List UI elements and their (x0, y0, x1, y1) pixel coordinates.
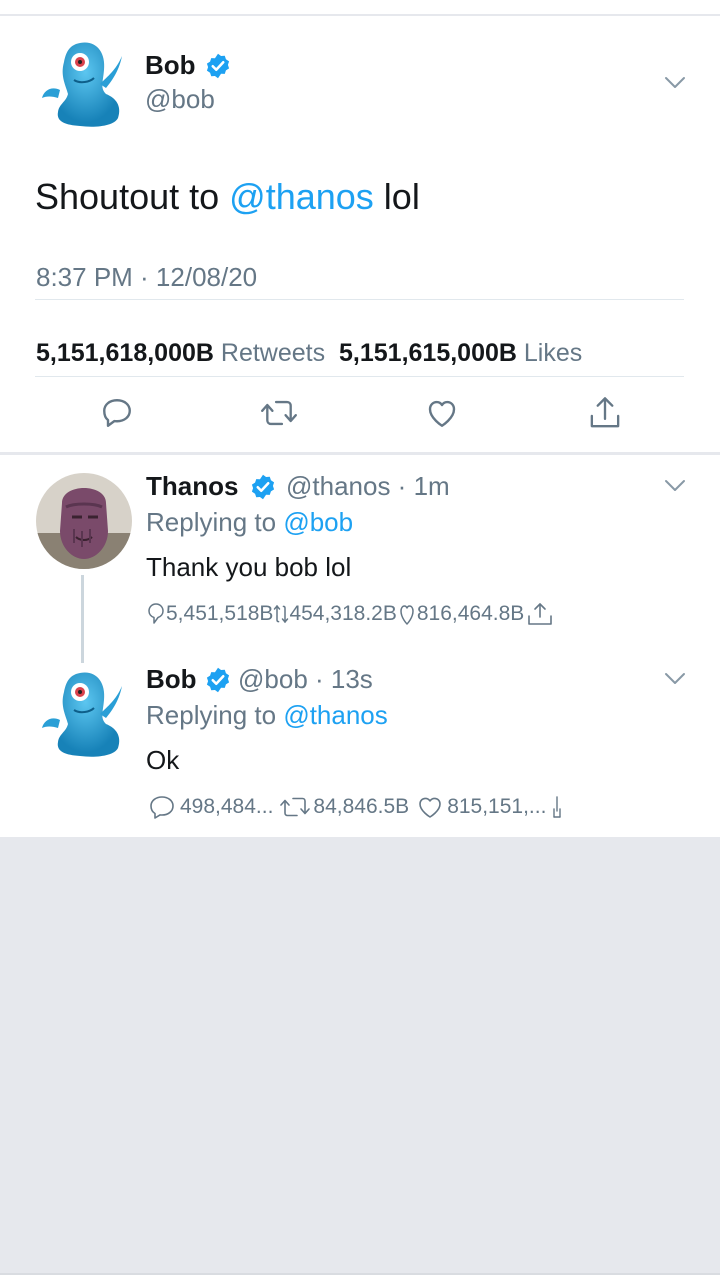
reply-action-bar: 5,451,518B 454,318.2B 816,464.8B (146, 601, 556, 627)
divider (35, 376, 684, 377)
reply-text: Ok (146, 745, 180, 775)
reply-author-handle[interactable]: @bob · 13s (238, 664, 373, 695)
verified-badge-icon (206, 667, 230, 693)
reply-count: 498,484... (180, 795, 274, 818)
share-action[interactable] (524, 601, 556, 627)
retweet-count: 84,846.5B (313, 795, 410, 818)
bob-avatar[interactable] (36, 36, 132, 132)
retweet-action[interactable]: 84,846.5B (277, 793, 409, 821)
replying-to-link[interactable]: @bob (283, 507, 353, 537)
bottom-divider (0, 1273, 720, 1282)
divider (35, 299, 684, 300)
blob-icon (42, 672, 122, 757)
thanos-avatar[interactable] (36, 473, 132, 569)
bob-avatar[interactable] (36, 666, 132, 762)
share-icon[interactable] (587, 394, 623, 432)
reply-icon (150, 796, 174, 819)
retweet-icon (280, 797, 311, 817)
like-action[interactable]: 815,151,... (413, 793, 546, 821)
share-action[interactable] (552, 793, 562, 821)
replying-prefix: Replying to (146, 700, 284, 730)
blob-icon (42, 42, 122, 127)
like-icon (400, 605, 414, 625)
author-handle[interactable]: @bob (145, 84, 215, 115)
replying-to: Replying to @bob (146, 507, 353, 538)
replying-prefix: Replying to (146, 507, 284, 537)
tweet-timestamp[interactable]: 8:37 PM · 12/08/20 (36, 262, 257, 293)
like-action[interactable]: 816,464.8B (397, 601, 524, 627)
top-divider (0, 0, 720, 16)
retweet-icon[interactable] (260, 395, 298, 431)
tweet-text: Shoutout to @thanos lol (35, 176, 420, 218)
like-icon[interactable] (424, 395, 460, 431)
retweet-icon (274, 604, 289, 624)
tweet-text-suffix: lol (373, 176, 420, 217)
tweet-text-prefix: Shoutout to (35, 176, 230, 217)
chevron-down-icon[interactable] (664, 672, 686, 686)
tweet-stats: 5,151,618,000B Retweets 5,151,615,000B L… (36, 339, 582, 368)
retweet-count: 454,318.2B (289, 602, 397, 625)
share-icon (553, 796, 562, 818)
reply-author-handle[interactable]: @thanos · 1m (286, 471, 450, 502)
replying-to: Replying to @thanos (146, 700, 388, 731)
verified-badge-icon (251, 474, 275, 500)
retweets-label[interactable]: Retweets (221, 339, 325, 367)
likes-label[interactable]: Likes (524, 339, 582, 367)
retweet-action[interactable]: 454,318.2B (273, 601, 397, 627)
chevron-down-icon[interactable] (664, 76, 686, 90)
reply-action[interactable]: 498,484... (146, 793, 273, 821)
thread-connector-line (81, 575, 84, 663)
reply-count: 5,451,518B (166, 602, 274, 625)
reply-icon (148, 603, 164, 624)
thanos-face-icon (36, 473, 132, 569)
reply-action-bar: 498,484... 84,846.5B 815,151,... (146, 793, 562, 821)
retweets-count[interactable]: 5,151,618,000B (36, 339, 214, 367)
reply-icon[interactable] (99, 395, 135, 431)
reply-action[interactable]: 5,451,518B (146, 601, 273, 627)
like-count: 816,464.8B (416, 602, 525, 625)
likes-count[interactable]: 5,151,615,000B (339, 339, 517, 367)
reply-author-name[interactable]: Bob (146, 664, 197, 695)
author-name[interactable]: Bob (145, 50, 196, 81)
share-icon (528, 603, 553, 625)
replying-to-link[interactable]: @thanos (283, 700, 387, 730)
like-icon (419, 797, 441, 818)
reply-text: Thank you bob lol (146, 552, 352, 582)
reply-author-name[interactable]: Thanos (146, 471, 238, 502)
main-tweet-card: Bob @bob Shoutout to @thanos lol 8:37 PM… (0, 16, 720, 452)
verified-badge-icon (206, 53, 230, 79)
chevron-down-icon[interactable] (664, 479, 686, 493)
like-count: 815,151,... (447, 795, 547, 818)
mention-link[interactable]: @thanos (229, 176, 374, 217)
